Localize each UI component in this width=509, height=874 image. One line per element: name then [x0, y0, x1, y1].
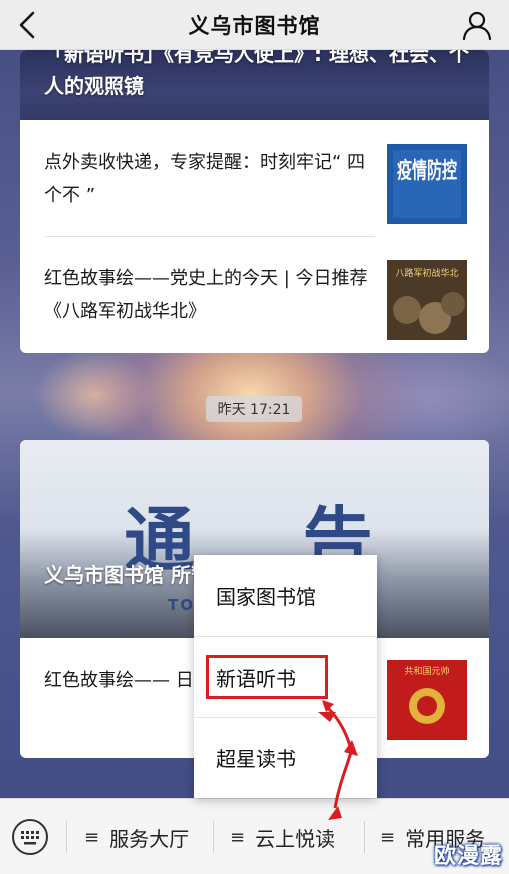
menu-cloud-reading[interactable]: ≡ 云上悦读 [230, 821, 335, 853]
hamburger-icon: ≡ [380, 826, 396, 848]
submenu-popup: 国家图书馆 新语听书 超星读书 [194, 555, 377, 798]
chevron-left-icon[interactable] [14, 9, 44, 41]
watermark-logo: 欧漫露 [433, 844, 503, 869]
menu-item-national-library[interactable]: 国家图书馆 [194, 555, 377, 636]
menu-service-hall[interactable]: ≡ 服务大厅 [84, 821, 189, 853]
thumb-text-2: 八路军初战华北 [395, 267, 458, 279]
divider [213, 821, 214, 853]
top-nav-bar: 义乌市图书馆 [0, 0, 509, 50]
bottom-menu-bar: ≡ 服务大厅 ≡ 云上悦读 ≡ 常用服务 [0, 798, 509, 874]
thumb-text-3: 共和国元帅 [404, 665, 449, 677]
highlight-box [206, 655, 328, 699]
divider [66, 821, 67, 853]
divider [364, 821, 365, 853]
hamburger-icon: ≡ [230, 826, 246, 848]
keyboard-icon[interactable] [10, 817, 50, 857]
notice-subheadline: TO [168, 596, 195, 614]
hamburger-icon: ≡ [84, 826, 100, 848]
article-cover[interactable]: 「新语听书」《有竞马人使上》: 理想、社会、个人的观照镜 [20, 50, 489, 120]
person-icon[interactable] [461, 9, 493, 41]
menu-item-chaoxing-reading[interactable]: 超星读书 [194, 717, 377, 798]
list-item-title: 红色故事绘——党史上的今天 | 今日推荐《八路军初战华北》 [44, 268, 368, 322]
list-item[interactable]: 红色故事绘——党史上的今天 | 今日推荐《八路军初战华北》 八路军初战华北 [20, 236, 489, 351]
thumbnail-eighth-route-army: 八路军初战华北 [387, 260, 467, 340]
page-title: 义乌市图书馆 [188, 13, 321, 38]
cover-title: 「新语听书」《有竞马人使上》: 理想、社会、个人的观照镜 [44, 50, 469, 98]
article-card-1: 「新语听书」《有竞马人使上》: 理想、社会、个人的观照镜 点外卖收快递，专家提醒… [20, 50, 489, 353]
list-item-title: 点外卖收快递，专家提醒：时刻牢记“ 四个不 ” [44, 152, 366, 206]
menu-label: 服务大厅 [109, 826, 190, 851]
list-item[interactable]: 点外卖收快递，专家提醒：时刻牢记“ 四个不 ” 疫情防控 [20, 120, 489, 235]
thumb-text-1: 疫情防控 [397, 158, 457, 184]
thumbnail-marshal: 共和国元帅 [387, 660, 467, 740]
thumbnail-epidemic: 疫情防控 [387, 144, 467, 224]
menu-label: 云上悦读 [255, 826, 336, 851]
message-timestamp: 昨天 17:21 [206, 396, 302, 422]
